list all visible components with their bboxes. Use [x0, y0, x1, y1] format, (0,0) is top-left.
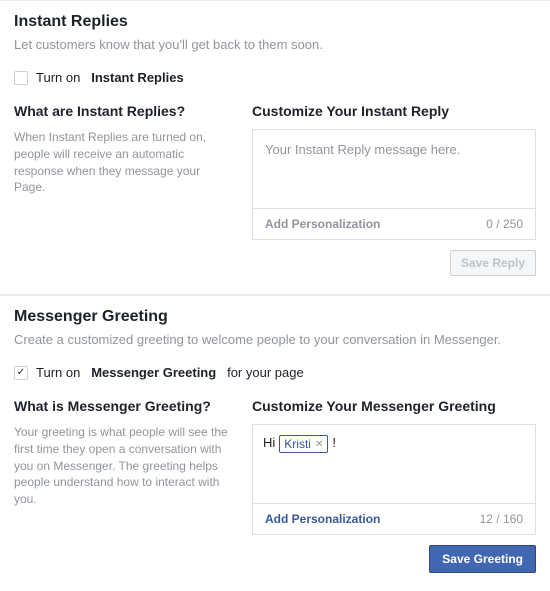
instant-replies-toggle-row[interactable]: Turn on Instant Replies [14, 70, 536, 85]
checkbox-icon[interactable] [14, 71, 28, 85]
add-personalization-link[interactable]: Add Personalization [265, 217, 380, 231]
instant-replies-info: What are Instant Replies? When Instant R… [14, 103, 234, 276]
greeting-suffix: ! [332, 435, 336, 450]
instant-reply-btn-row: Save Reply [252, 250, 536, 276]
instant-replies-customize: Customize Your Instant Reply Your Instan… [252, 103, 536, 276]
greeting-pers-row: Add Personalization 12 / 160 [253, 503, 535, 534]
personalization-token[interactable]: Kristi ✕ [279, 435, 328, 453]
messenger-greeting-toggle-row[interactable]: Turn on Messenger Greeting for your page [14, 365, 536, 380]
instant-reply-textarea[interactable]: Your Instant Reply message here. [253, 130, 535, 208]
greeting-textarea-wrap: Hi Kristi ✕ ! Add Personalization 12 / 1… [252, 424, 536, 535]
instant-reply-pers-row: Add Personalization 0 / 250 [253, 208, 535, 239]
checkbox-label: Turn on Instant Replies [36, 70, 184, 85]
messenger-greeting-customize: Customize Your Messenger Greeting Hi Kri… [252, 398, 536, 573]
add-personalization-link[interactable]: Add Personalization [265, 512, 380, 526]
save-reply-button[interactable]: Save Reply [450, 250, 536, 276]
greeting-textarea[interactable]: Hi Kristi ✕ ! [253, 425, 535, 503]
messenger-greeting-columns: What is Messenger Greeting? Your greetin… [14, 398, 536, 573]
checkbox-icon[interactable] [14, 366, 28, 380]
close-icon[interactable]: ✕ [315, 439, 323, 450]
instant-replies-info-desc: When Instant Replies are turned on, peop… [14, 129, 234, 196]
token-label: Kristi [284, 437, 311, 451]
messenger-greeting-customize-title: Customize Your Messenger Greeting [252, 398, 536, 414]
messenger-greeting-desc: Create a customized greeting to welcome … [14, 332, 536, 347]
instant-replies-section: Instant Replies Let customers know that … [0, 0, 550, 294]
char-counter: 12 / 160 [480, 512, 523, 526]
messenger-greeting-section: Messenger Greeting Create a customized g… [0, 295, 550, 591]
instant-replies-columns: What are Instant Replies? When Instant R… [14, 103, 536, 276]
messenger-greeting-info: What is Messenger Greeting? Your greetin… [14, 398, 234, 573]
messenger-greeting-info-title: What is Messenger Greeting? [14, 398, 234, 414]
instant-replies-desc: Let customers know that you'll get back … [14, 37, 536, 52]
greeting-prefix: Hi [263, 435, 275, 450]
instant-reply-textarea-wrap: Your Instant Reply message here. Add Per… [252, 129, 536, 240]
instant-replies-info-title: What are Instant Replies? [14, 103, 234, 119]
instant-replies-title: Instant Replies [14, 13, 536, 31]
checkbox-label: Turn on Messenger Greeting for your page [36, 365, 304, 380]
messenger-greeting-title: Messenger Greeting [14, 308, 536, 326]
char-counter: 0 / 250 [486, 217, 523, 231]
messenger-greeting-info-desc: Your greeting is what people will see th… [14, 424, 234, 508]
greeting-btn-row: Save Greeting [252, 545, 536, 573]
instant-reply-customize-title: Customize Your Instant Reply [252, 103, 536, 119]
save-greeting-button[interactable]: Save Greeting [429, 545, 536, 573]
